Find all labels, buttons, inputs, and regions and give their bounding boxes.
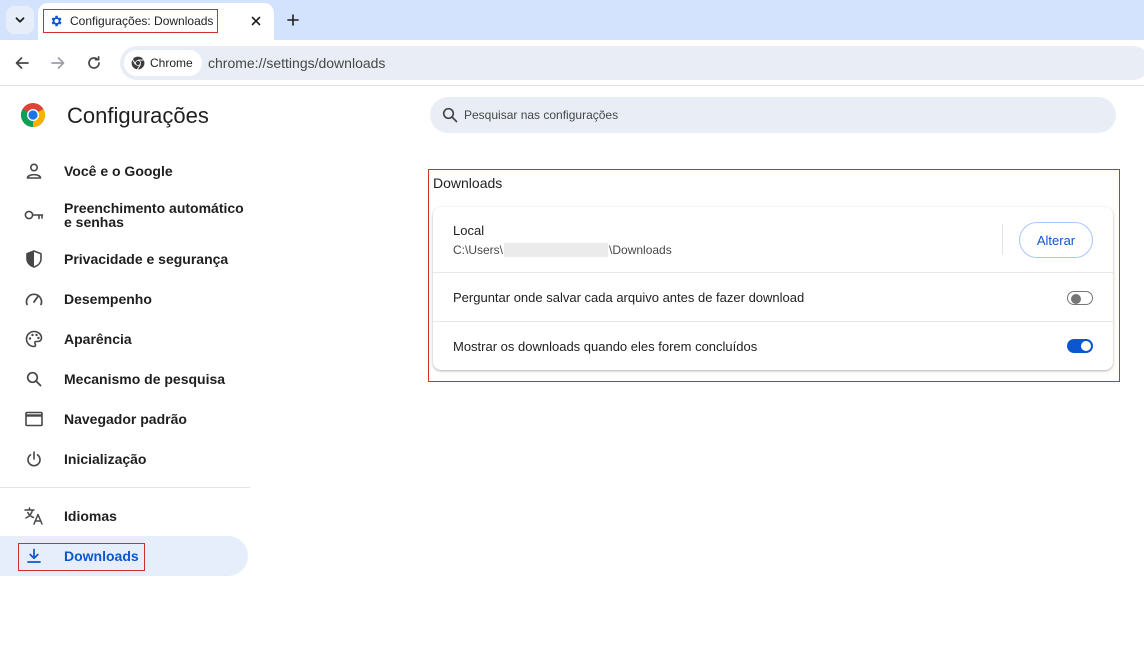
reload-icon [88,56,100,69]
settings-title: Configurações [67,103,209,128]
settings-logo [20,102,46,128]
sidebar-item-label: Navegador padrão [64,411,187,427]
sidebar-item-startup[interactable]: Inicialização [0,439,248,479]
chevron-down-icon [15,17,25,23]
sidebar-item-label: Aparência [64,331,132,347]
redacted-username [504,243,609,257]
path-prefix: C:\Users\ [453,243,504,257]
sidebar-item-languages[interactable]: Idiomas [0,496,248,536]
ask-where-toggle[interactable] [1067,291,1093,305]
tab-strip: Configurações: Downloads [0,0,1144,40]
arrow-right-icon [51,57,65,69]
search-icon [23,368,45,390]
sidebar-item-default-browser[interactable]: Navegador padrão [0,399,248,439]
change-location-button[interactable]: Alterar [1019,222,1093,258]
speedometer-icon [23,288,45,310]
shield-icon [23,248,45,270]
sidebar-item-search-engine[interactable]: Mecanismo de pesquisa [0,359,248,399]
reload-button[interactable] [82,51,106,75]
sidebar-divider [0,487,250,488]
sidebar-item-label: Você e o Google [64,163,173,179]
section-title: Downloads [433,175,503,191]
back-button[interactable] [10,51,34,75]
show-when-done-row[interactable]: Mostrar os downloads quando eles forem c… [433,321,1113,370]
tab-title: Configurações: Downloads [70,14,214,28]
palette-icon [23,328,45,350]
search-input[interactable] [464,97,1064,133]
sidebar-item-label: Preenchimento automático e senhas [64,200,244,230]
sidebar-item-privacy[interactable]: Privacidade e segurança [0,239,248,279]
sidebar-item-label: Idiomas [64,508,117,524]
address-bar[interactable]: Chrome chrome://settings/downloads [120,46,1144,80]
sidebar-item-label: Desempenho [64,291,152,307]
active-tab[interactable]: Configurações: Downloads [38,3,274,40]
toggle-knob [1071,293,1081,304]
chrome-logo-icon [131,56,145,70]
site-info-chip[interactable]: Chrome [124,50,202,76]
downloads-card: Local C:\Users\ \Downloads Alterar Pergun… [433,207,1113,370]
search-icon [442,107,458,123]
person-icon [23,160,45,182]
ask-where-label: Perguntar onde salvar cada arquivo antes… [453,290,805,305]
sidebar-item-appearance[interactable]: Aparência [0,319,248,359]
key-icon [23,204,45,226]
close-icon [251,16,261,26]
show-when-done-toggle[interactable] [1067,339,1093,353]
plus-icon [287,14,299,26]
translate-icon [23,505,45,527]
sidebar-item-label: Privacidade e segurança [64,251,229,267]
tab-search-button[interactable] [6,6,34,34]
location-path: C:\Users\ \Downloads [453,243,672,257]
settings-search[interactable] [430,97,1116,133]
browser-window-icon [23,408,45,430]
arrow-left-icon [15,57,29,69]
show-when-done-label: Mostrar os downloads quando eles forem c… [453,339,758,354]
forward-button[interactable] [46,51,70,75]
sidebar-item-you-and-google[interactable]: Você e o Google [0,151,248,191]
site-chip-label: Chrome [150,56,193,70]
toggle-knob [1081,341,1091,351]
tab-title-highlight: Configurações: Downloads [43,9,218,33]
sidebar-item-label: Mecanismo de pesquisa [64,371,226,387]
tab-close-button[interactable] [246,11,266,31]
url-text[interactable]: chrome://settings/downloads [208,55,385,71]
sidebar-item-autofill[interactable]: Preenchimento automático e senhas [0,195,248,235]
location-label: Local [453,223,485,238]
new-tab-button[interactable] [281,8,305,32]
sidebar-item-performance[interactable]: Desempenho [0,279,248,319]
path-suffix: \Downloads [609,243,672,257]
downloads-highlight-box [18,543,145,571]
chrome-color-logo-icon [20,103,46,128]
ask-where-row[interactable]: Perguntar onde salvar cada arquivo antes… [433,272,1113,321]
power-icon [23,448,45,470]
gear-icon [51,15,62,27]
browser-toolbar: Chrome chrome://settings/downloads [0,40,1144,86]
location-row: Local C:\Users\ \Downloads Alterar [433,207,1113,272]
sidebar-item-label: Inicialização [64,451,147,467]
row-separator [1002,224,1003,255]
